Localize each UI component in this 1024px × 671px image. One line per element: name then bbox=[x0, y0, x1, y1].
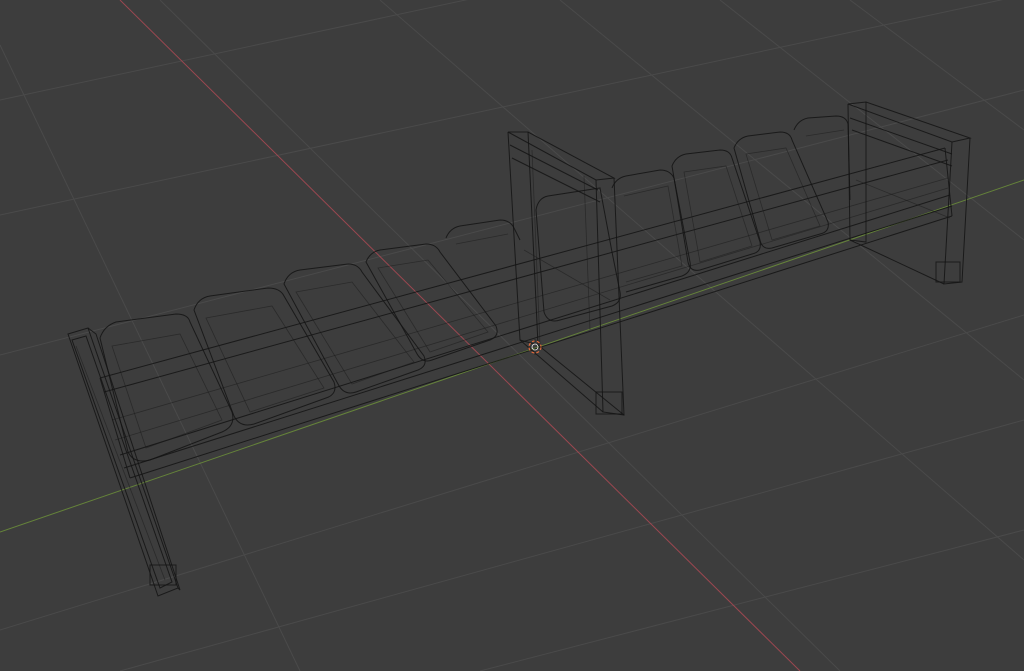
right-leg bbox=[847, 101, 972, 285]
middle-leg bbox=[507, 131, 625, 416]
bench-wireframe[interactable] bbox=[67, 101, 972, 597]
viewport-canvas[interactable] bbox=[0, 0, 1024, 671]
cushion-group bbox=[99, 115, 851, 462]
left-leg bbox=[67, 327, 181, 597]
3d-cursor-icon[interactable] bbox=[527, 339, 543, 355]
3d-viewport[interactable] bbox=[0, 0, 1024, 671]
